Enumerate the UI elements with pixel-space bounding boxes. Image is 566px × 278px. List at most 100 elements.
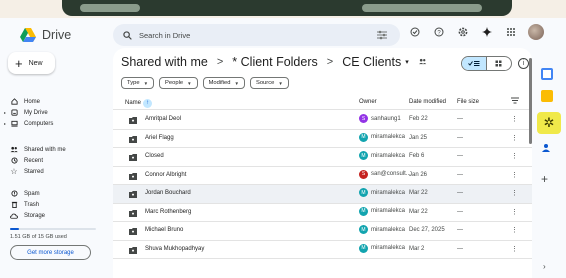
owner-name: san@consult...	[371, 171, 411, 177]
sidebar-item-label: Computers	[24, 120, 54, 127]
file-size: —	[457, 171, 463, 178]
more-actions-icon[interactable]: ⋮	[511, 226, 518, 234]
filter-source[interactable]: Source ▼	[249, 77, 289, 89]
breadcrumb-current-folder[interactable]: CE Clients	[342, 55, 401, 69]
date-modified: Jan 25	[409, 134, 428, 141]
search-bar[interactable]	[113, 24, 400, 46]
date-modified: Jan 26	[409, 171, 428, 178]
sidebar-item-label: Home	[24, 98, 41, 105]
more-actions-icon[interactable]: ⋮	[511, 115, 518, 123]
chevron-down-icon: ▼	[187, 80, 192, 86]
expand-caret-icon[interactable]: ▸	[4, 110, 6, 115]
owner-cell: Mmiramalekca	[359, 132, 405, 142]
sort-ascending-icon[interactable]: ↑	[143, 99, 153, 108]
contacts-icon[interactable]	[541, 140, 551, 152]
owner-name: miramalekca	[371, 189, 406, 196]
spam-icon	[8, 190, 20, 197]
filter-modified[interactable]: Modified ▼	[202, 77, 245, 89]
more-actions-icon[interactable]: ⋮	[511, 189, 518, 197]
gemini-icon[interactable]	[480, 25, 494, 39]
add-addon-icon[interactable]: +	[541, 172, 548, 186]
shared-folder-icon	[129, 209, 137, 217]
sidebar: + New Home ▸ My Drive ▸ Computers Shared…	[0, 48, 112, 278]
computers-icon	[8, 120, 20, 127]
owner-name: miramalekca	[371, 245, 406, 251]
drive-logo-icon	[20, 28, 36, 42]
scrollbar[interactable]	[529, 58, 532, 144]
table-row[interactable]: Amritpal Deol Ssanhaung1 Feb 22 — ⋮	[113, 111, 532, 130]
sidebar-item-label: Trash	[24, 201, 40, 208]
table-row[interactable]: Ariel Flagg Mmiramalekca Jan 25 — ⋮	[113, 130, 532, 148]
sidebar-item-my-drive[interactable]: ▸ My Drive	[0, 107, 112, 118]
grid-view-button[interactable]	[487, 57, 511, 70]
keep-icon[interactable]	[541, 90, 553, 102]
new-button[interactable]: + New	[8, 52, 55, 74]
breadcrumb-client-folders[interactable]: * Client Folders	[232, 55, 317, 69]
file-size: —	[457, 245, 463, 252]
settings-icon[interactable]	[456, 25, 470, 39]
column-header-name[interactable]: Name ↑	[125, 99, 153, 108]
apps-grid-icon[interactable]	[504, 25, 518, 39]
owner-cell: Mmiramalekca	[359, 151, 405, 160]
list-view-button[interactable]	[462, 57, 487, 70]
sidebar-item-storage[interactable]: Storage	[0, 210, 112, 221]
owner-avatar: M	[359, 188, 368, 197]
more-actions-icon[interactable]: ⋮	[511, 245, 518, 253]
browser-tab[interactable]	[362, 4, 482, 12]
table-row[interactable]: Connor Albright Ssan@consult... Jan 26 — ⋮	[113, 167, 532, 185]
folder-menu-dropdown-icon[interactable]: ▾	[405, 58, 409, 66]
date-modified: Feb 6	[409, 153, 425, 159]
table-row[interactable]: Shuva Mukhopadhyay Mmiramalekca Mar 2 — ⋮	[113, 241, 532, 259]
sidebar-item-trash[interactable]: Trash	[0, 199, 112, 210]
help-icon[interactable]: ?	[432, 25, 446, 39]
browser-tab[interactable]	[80, 4, 140, 12]
search-options-icon[interactable]	[376, 29, 388, 41]
storage-usage-text: 1.51 GB of 15 GB used	[10, 234, 67, 240]
column-header-file-size[interactable]: File size	[457, 99, 479, 105]
sidebar-item-home[interactable]: Home	[0, 96, 112, 107]
sidebar-item-recent[interactable]: Recent	[0, 155, 112, 166]
trash-icon	[8, 201, 20, 208]
get-more-storage-button[interactable]: Get more storage	[10, 245, 91, 260]
chevron-right-icon[interactable]: ›	[543, 262, 546, 271]
shared-icon	[8, 146, 20, 153]
file-name: Connor Albright	[145, 171, 187, 178]
sort-options-icon[interactable]	[511, 97, 519, 106]
filter-type[interactable]: Type ▼	[121, 77, 155, 89]
more-actions-icon[interactable]: ⋮	[511, 134, 518, 142]
file-name: Jordan Bouchard	[145, 190, 191, 196]
app-name: Drive	[42, 28, 72, 42]
offline-status-icon[interactable]	[408, 25, 422, 39]
search-icon[interactable]	[123, 30, 132, 40]
shared-folder-icon	[129, 191, 137, 198]
gemini-spark-icon[interactable]: ✲	[537, 112, 561, 134]
sidebar-item-spam[interactable]: Spam	[0, 188, 112, 199]
search-input[interactable]	[139, 30, 349, 40]
browser-tab-strip	[62, 0, 512, 16]
table-row[interactable]: Closed Mmiramalekca Feb 6— ⋮	[113, 148, 532, 167]
owner-avatar: M	[359, 243, 368, 253]
table-row[interactable]: Marc Rothenberg Mmiramalekca Mar 22 — ⋮	[113, 204, 532, 222]
table-row[interactable]: Jordan Bouchard Mmiramalekca Mar 22— ⋮	[113, 185, 532, 204]
breadcrumb-shared-with-me[interactable]: Shared with me	[121, 55, 208, 69]
side-panel: ✲ + ›	[534, 48, 566, 278]
drive-logo[interactable]: Drive	[20, 28, 71, 42]
sidebar-item-label: My Drive	[24, 109, 48, 116]
sidebar-item-label: Starred	[24, 168, 44, 175]
more-actions-icon[interactable]: ⋮	[511, 171, 518, 179]
more-actions-icon[interactable]: ⋮	[511, 152, 518, 160]
sidebar-item-computers[interactable]: ▸ Computers	[0, 118, 112, 129]
column-header-owner[interactable]: Owner	[359, 99, 377, 105]
column-header-date-modified[interactable]: Date modified	[409, 99, 446, 105]
sidebar-item-shared-with-me[interactable]: Shared with me	[0, 144, 112, 155]
shared-folder-icon[interactable]	[418, 58, 427, 67]
account-avatar[interactable]	[528, 24, 544, 40]
more-actions-icon[interactable]: ⋮	[511, 208, 518, 216]
expand-caret-icon[interactable]: ▸	[4, 121, 6, 126]
calendar-icon[interactable]	[541, 68, 553, 80]
info-icon[interactable]: i	[518, 58, 529, 69]
date-modified: Mar 22	[409, 190, 428, 196]
table-row[interactable]: Michael Bruno Mmiramalekca Dec 27, 2025— ⋮	[113, 222, 532, 241]
sidebar-item-starred[interactable]: ☆ Starred	[0, 166, 112, 177]
filter-people[interactable]: People ▼	[159, 77, 198, 89]
